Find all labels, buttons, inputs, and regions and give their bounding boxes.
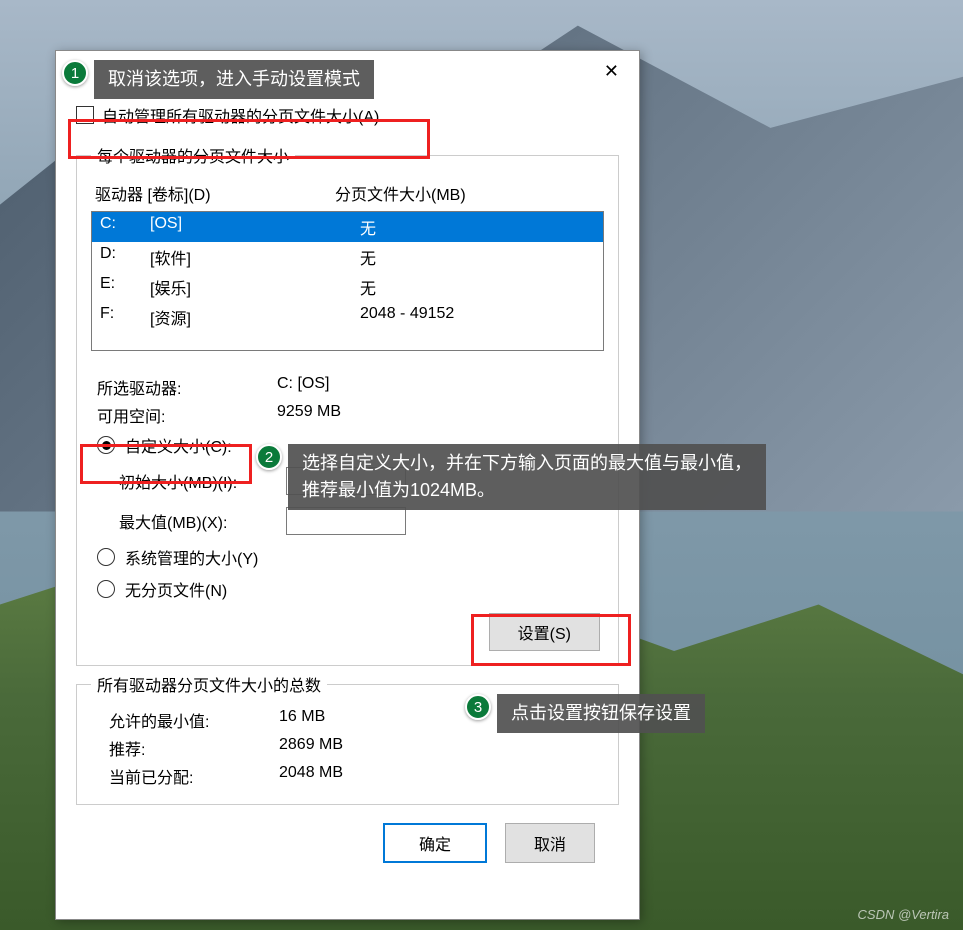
drive-row[interactable]: C: [OS] 无	[92, 212, 603, 242]
radio-no-page-row: 无分页文件(N)	[97, 573, 604, 605]
drive-row[interactable]: E: [娱乐] 无	[92, 272, 603, 302]
set-button[interactable]: 设置(S)	[489, 613, 600, 651]
drive-col-header: 驱动器 [卷标](D)	[95, 181, 335, 205]
drive-list[interactable]: C: [OS] 无 D: [软件] 无 E: [娱乐] 无 F: [资源]	[91, 211, 604, 351]
badge-1: 1	[62, 60, 88, 86]
auto-manage-label: 自动管理所有驱动器的分页文件大小(A)	[102, 103, 379, 127]
callout-2: 2 选择自定义大小，并在下方输入页面的最大值与最小值， 推荐最小值为1024MB…	[256, 444, 766, 510]
callout-1: 1 取消该选项，进入手动设置模式	[62, 60, 374, 99]
radio-system-managed[interactable]: 系统管理的大小(Y)	[97, 541, 604, 573]
radio-custom-icon[interactable]	[97, 436, 115, 454]
badge-2: 2	[256, 444, 282, 470]
cancel-button[interactable]: 取消	[505, 823, 595, 863]
badge-3: 3	[465, 694, 491, 720]
free-space-row: 可用空间: 9259 MB	[97, 401, 604, 429]
per-drive-legend: 每个驱动器的分页文件大小	[91, 143, 295, 167]
radio-system-icon[interactable]	[97, 548, 115, 566]
auto-manage-checkbox[interactable]	[76, 106, 94, 124]
watermark: CSDN @Vertira	[858, 907, 949, 922]
radio-no-page[interactable]: 无分页文件(N)	[97, 577, 227, 601]
drive-row[interactable]: F: [资源] 2048 - 49152	[92, 302, 603, 332]
close-icon[interactable]: ✕	[592, 57, 631, 86]
size-col-header: 分页文件大小(MB)	[335, 181, 466, 205]
drive-row[interactable]: D: [软件] 无	[92, 242, 603, 272]
ok-button[interactable]: 确定	[383, 823, 487, 863]
totals-group: 所有驱动器分页文件大小的总数 允许的最小值:16 MB 推荐:2869 MB 当…	[76, 672, 619, 805]
radio-none-icon[interactable]	[97, 580, 115, 598]
callout-3: 3 点击设置按钮保存设置	[465, 694, 705, 733]
max-size-input[interactable]	[286, 507, 406, 535]
per-drive-group: 每个驱动器的分页文件大小 驱动器 [卷标](D) 分页文件大小(MB) C: […	[76, 143, 619, 666]
selected-drive-row: 所选驱动器: C: [OS]	[97, 373, 604, 401]
totals-legend: 所有驱动器分页文件大小的总数	[91, 672, 327, 696]
drive-list-header: 驱动器 [卷标](D) 分页文件大小(MB)	[91, 177, 604, 209]
auto-manage-checkbox-row[interactable]: 自动管理所有驱动器的分页文件大小(A)	[76, 99, 619, 137]
